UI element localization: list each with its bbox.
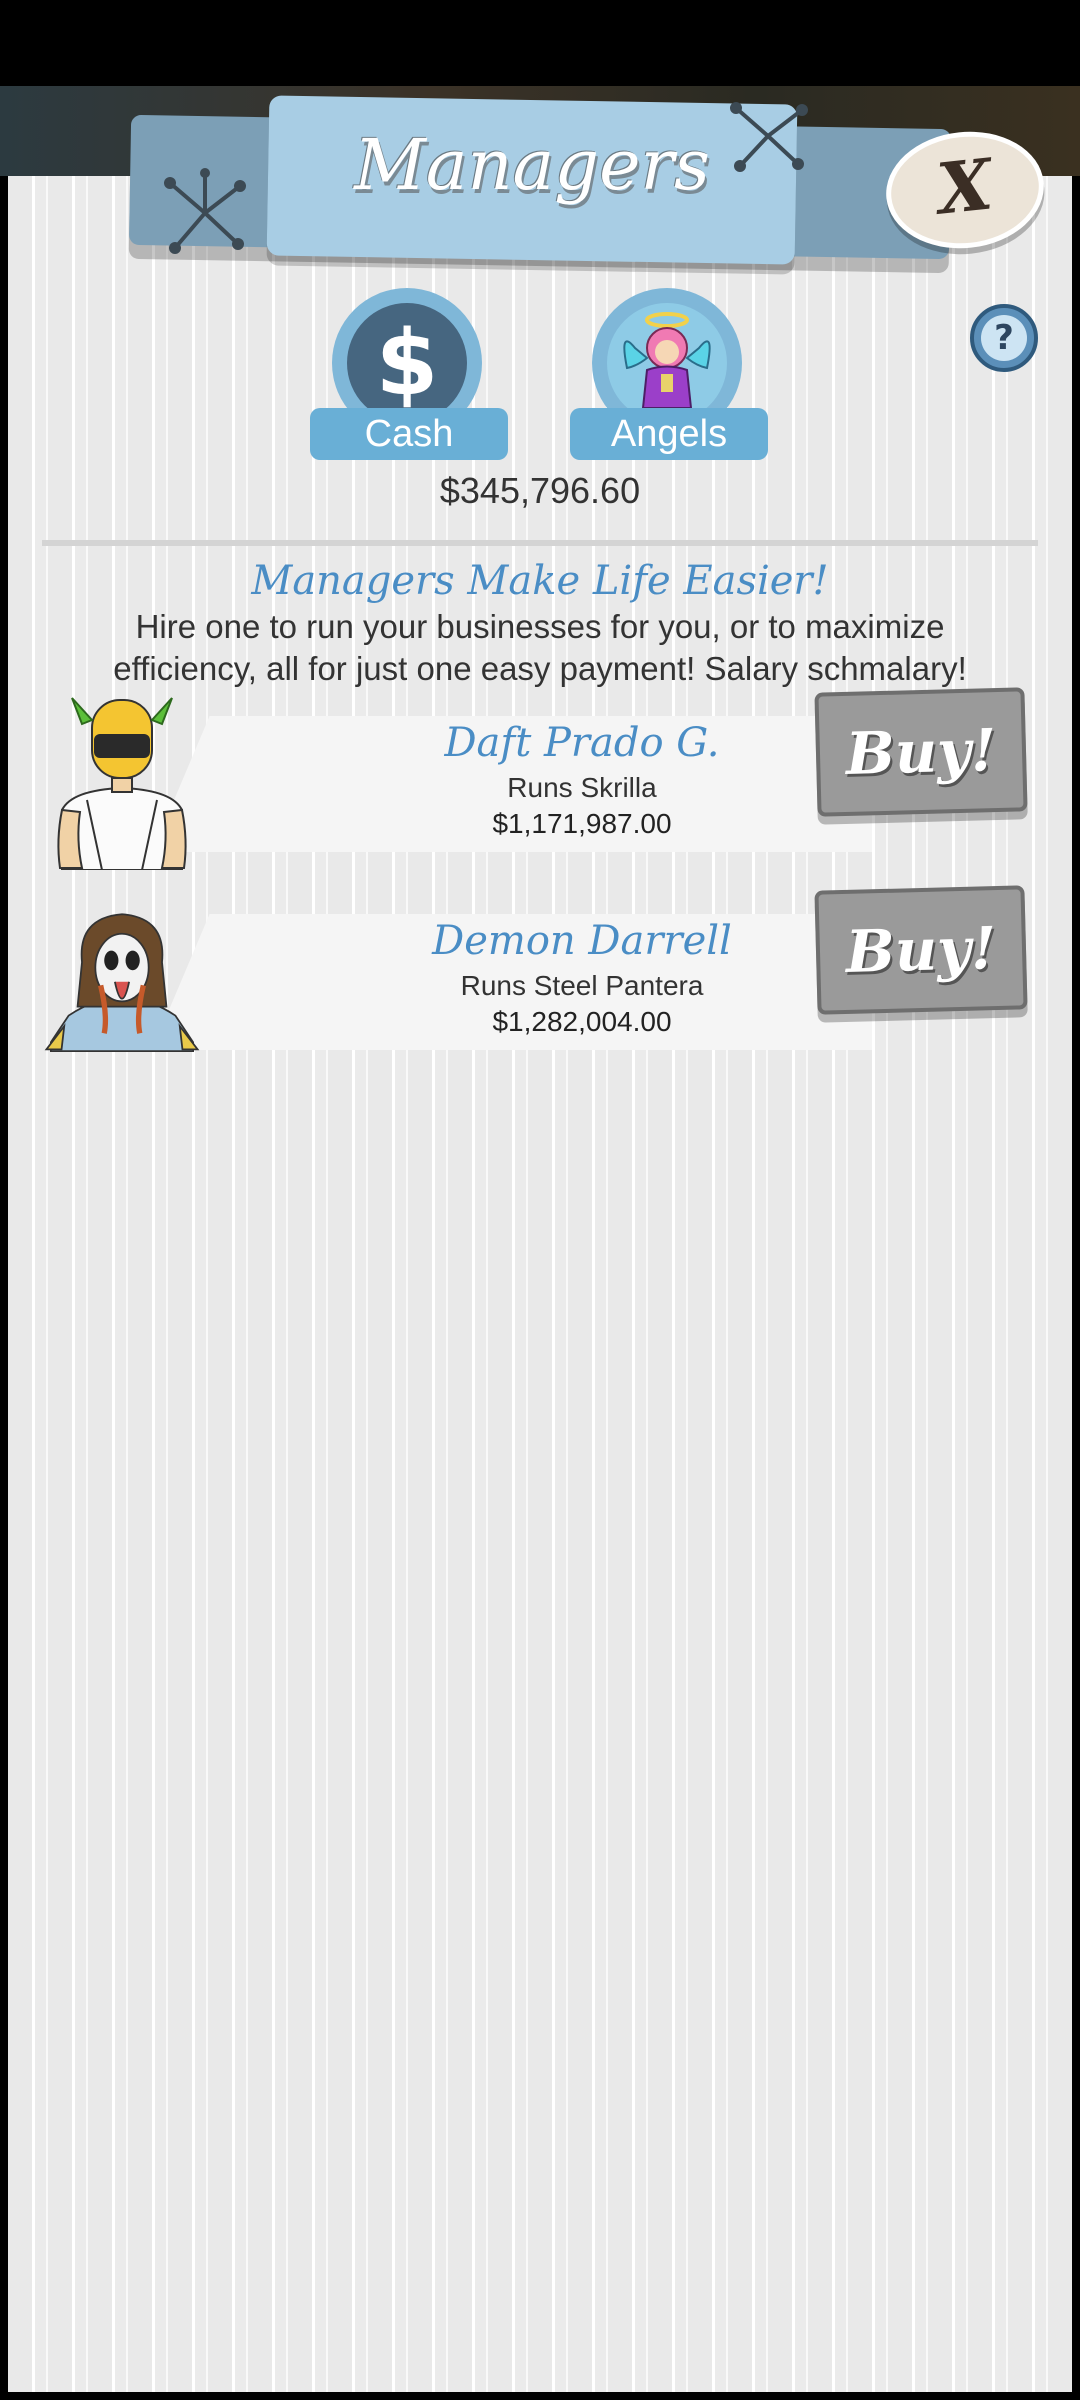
dollar-icon: $ bbox=[375, 310, 439, 416]
info-heading: Managers Make Life Easier! bbox=[251, 558, 829, 604]
buy-label: Buy! bbox=[844, 716, 998, 788]
info-description: Hire one to run your businesses for you,… bbox=[113, 608, 967, 687]
sparkle-icon bbox=[164, 168, 246, 254]
angels-tab[interactable]: Angels bbox=[570, 288, 770, 460]
help-button[interactable]: ? bbox=[970, 304, 1038, 372]
manager-business: Runs Steel Pantera bbox=[460, 970, 704, 1001]
sparkle-icon bbox=[730, 102, 808, 172]
close-icon: X bbox=[933, 141, 996, 231]
manager-name: Daft Prado G. bbox=[444, 720, 720, 766]
manager-portrait-demon bbox=[44, 913, 200, 1052]
manager-row: Daft Prado G. Runs Skrilla $1,171,987.00… bbox=[42, 687, 1042, 870]
angels-label: Angels bbox=[570, 408, 768, 460]
buy-button[interactable]: Buy! bbox=[814, 687, 1028, 817]
manager-name: Demon Darrell bbox=[432, 918, 732, 964]
help-icon: ? bbox=[981, 315, 1027, 361]
status-bar bbox=[0, 0, 1080, 86]
angel-icon bbox=[623, 312, 711, 409]
manager-business: Runs Skrilla bbox=[507, 772, 657, 803]
page-title: Managers bbox=[354, 124, 710, 206]
manager-cost: $1,282,004.00 bbox=[492, 1006, 672, 1037]
cash-tab[interactable]: $ Cash bbox=[310, 288, 510, 460]
cash-amount: $345,796.60 bbox=[439, 470, 641, 511]
divider bbox=[42, 540, 1038, 546]
cash-label: Cash bbox=[310, 408, 508, 460]
buy-label: Buy! bbox=[844, 914, 998, 986]
manager-cost: $1,171,987.00 bbox=[492, 808, 672, 839]
buy-button[interactable]: Buy! bbox=[814, 885, 1028, 1015]
manager-row: Demon Darrell Runs Steel Pantera $1,282,… bbox=[42, 885, 1042, 1052]
manager-portrait-daft bbox=[57, 697, 187, 870]
